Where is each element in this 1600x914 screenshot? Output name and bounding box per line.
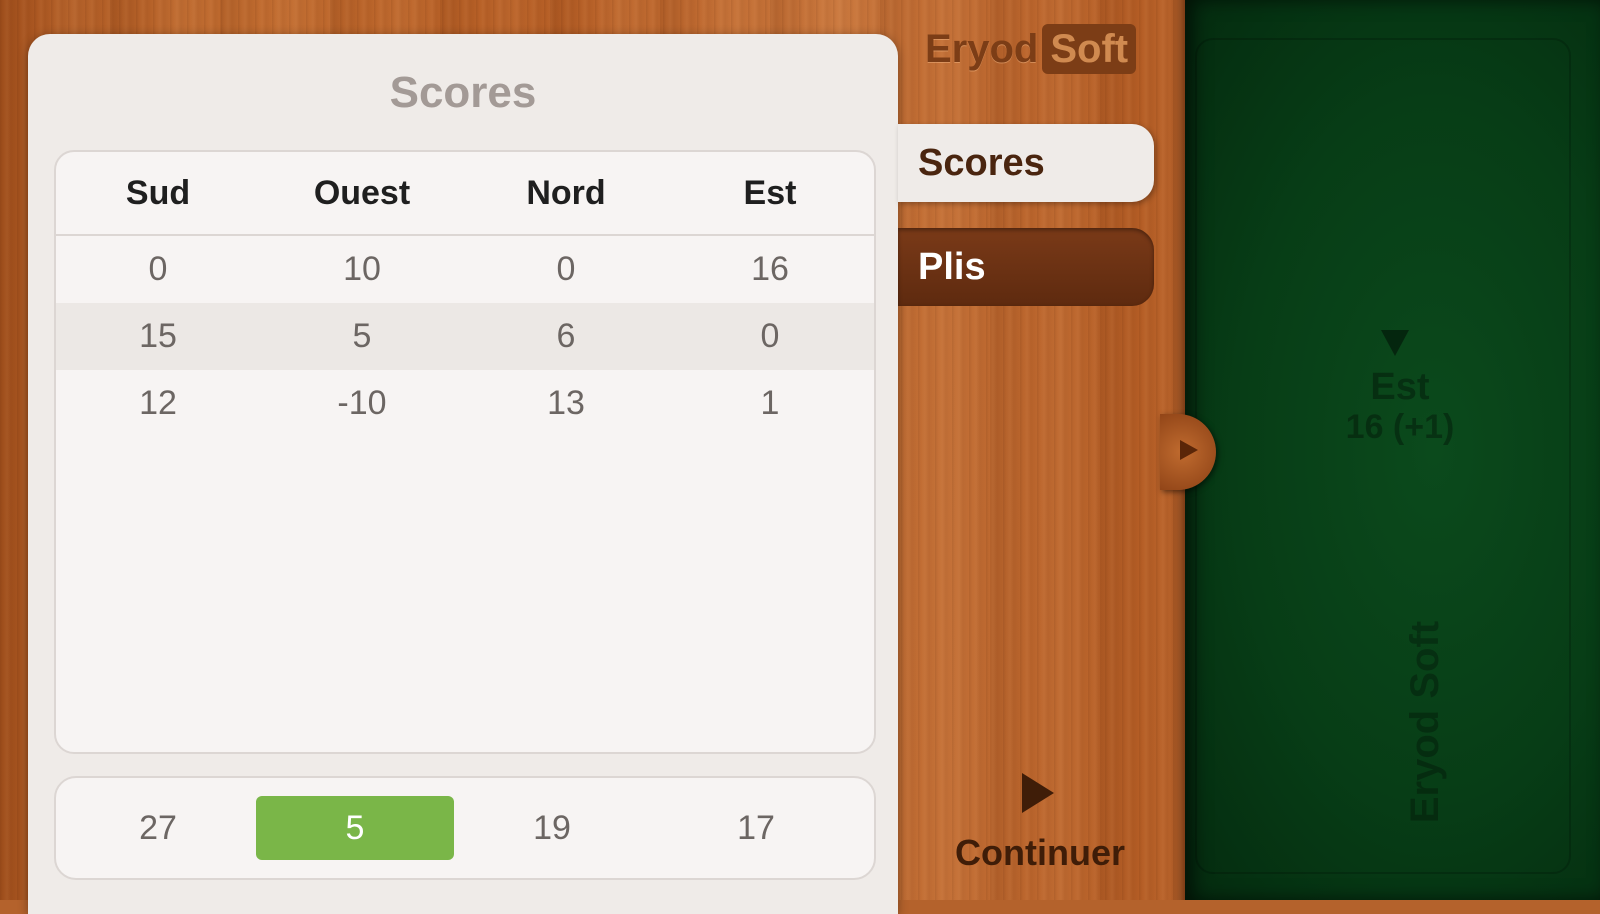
column-header-est: Est	[743, 174, 797, 212]
table-cell: 12	[139, 384, 177, 422]
felt-brand-watermark: Eryod Soft	[1403, 620, 1447, 824]
table-cell: -10	[337, 384, 387, 422]
table-row: 15 5 6 0	[56, 303, 874, 370]
play-icon[interactable]	[1022, 773, 1054, 813]
continue-button[interactable]: Continuer	[940, 832, 1140, 874]
table-cell: 1	[760, 384, 780, 422]
table-cell: 13	[547, 384, 585, 422]
scores-table: Sud Ouest Nord Est 0 10 0 16 15 5 6 0 12…	[54, 150, 876, 754]
felt-frame	[1195, 38, 1571, 874]
logo-text-part1: Eryod	[925, 26, 1039, 71]
total-est: 17	[737, 809, 775, 847]
page-title: Scores	[389, 68, 537, 117]
column-header-ouest: Ouest	[313, 174, 411, 212]
scores-totals: 27 5 19 17	[54, 776, 876, 880]
tab-plis[interactable]: Plis	[898, 228, 1154, 306]
table-cell: 10	[343, 250, 381, 288]
total-sud: 27	[139, 809, 177, 847]
eryodsoft-logo: Eryod Soft	[925, 24, 1137, 74]
table-cell: 0	[556, 250, 576, 288]
column-header-nord: Nord	[526, 174, 606, 212]
arrow-right-icon	[1180, 440, 1198, 460]
total-ouest-highlighted: 5	[256, 796, 454, 860]
scores-table-header: Sud Ouest Nord Est	[56, 152, 874, 236]
table-player-score: 16 (+1)	[1345, 408, 1455, 446]
table-player-name: Est	[1370, 366, 1430, 408]
table-cell: 6	[556, 317, 576, 355]
table-cell: 5	[352, 317, 372, 355]
turn-indicator-icon	[1381, 330, 1409, 356]
total-nord: 19	[533, 809, 571, 847]
table-row: 0 10 0 16	[56, 236, 874, 303]
table-cell: 0	[760, 317, 780, 355]
table-cell: 0	[148, 250, 168, 288]
scores-table-body: 0 10 0 16 15 5 6 0 12 -10 13 1	[56, 236, 874, 437]
logo-text-part2: Soft	[1042, 24, 1137, 74]
table-cell: 16	[751, 250, 789, 288]
table-row: 12 -10 13 1	[56, 370, 874, 437]
tab-scores[interactable]: Scores	[898, 124, 1154, 202]
column-header-sud: Sud	[125, 174, 191, 212]
table-cell: 15	[139, 317, 177, 355]
